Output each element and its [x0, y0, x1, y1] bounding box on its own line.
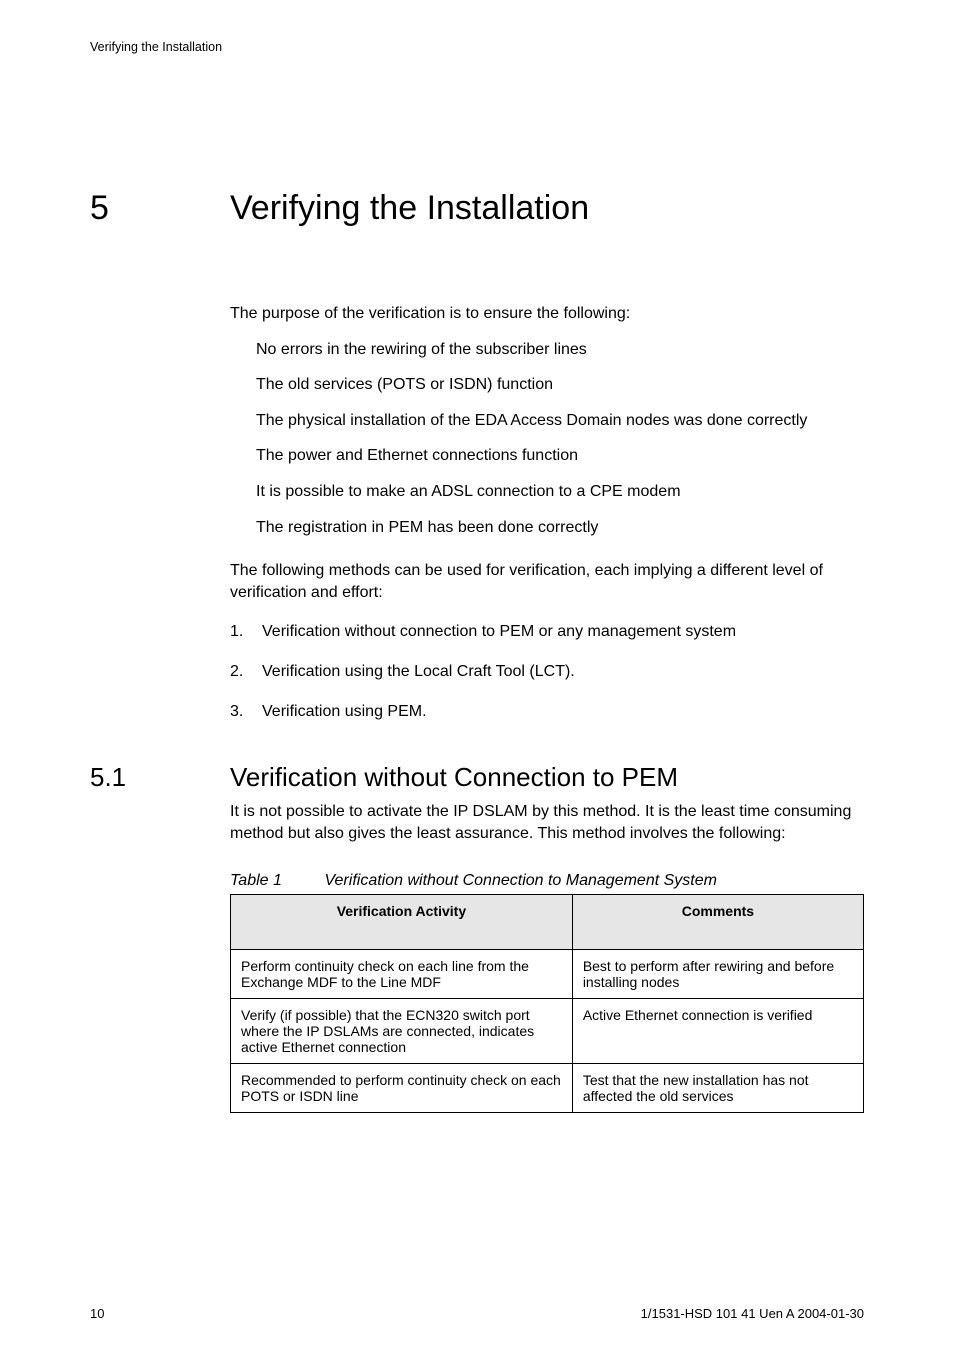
running-head: Verifying the Installation	[90, 40, 864, 54]
cell-activity: Perform continuity check on each line fr…	[231, 950, 573, 999]
item-text: Verification using PEM.	[262, 701, 427, 723]
list-item: It is possible to make an ADSL connectio…	[230, 481, 864, 503]
list-item: 2. Verification using the Local Craft To…	[230, 661, 864, 683]
list-item: The physical installation of the EDA Acc…	[230, 410, 864, 432]
table-row: Verify (if possible) that the ECN320 swi…	[231, 999, 864, 1064]
list-item: The power and Ethernet connections funct…	[230, 445, 864, 467]
list-item: The old services (POTS or ISDN) function	[230, 374, 864, 396]
page: Verifying the Installation 5 Verifying t…	[0, 0, 954, 1351]
document-id: 1/1531-HSD 101 41 Uen A 2004-01-30	[641, 1306, 864, 1321]
item-text: Verification without connection to PEM o…	[262, 621, 736, 643]
chapter-number: 5	[90, 189, 230, 228]
section-number: 5.1	[90, 762, 230, 793]
table-row: Recommended to perform continuity check …	[231, 1064, 864, 1113]
cell-activity: Recommended to perform continuity check …	[231, 1064, 573, 1113]
item-number: 3.	[230, 701, 262, 723]
item-number: 1.	[230, 621, 262, 643]
page-number: 10	[90, 1306, 104, 1321]
section-body-paragraph: It is not possible to activate the IP DS…	[230, 801, 864, 844]
cell-comments: Best to perform after rewiring and befor…	[572, 950, 863, 999]
section-title: Verification without Connection to PEM	[230, 762, 678, 793]
item-text: Verification using the Local Craft Tool …	[262, 661, 575, 683]
table-header-row: Verification Activity Comments	[231, 895, 864, 950]
cell-comments: Active Ethernet connection is verified	[572, 999, 863, 1064]
table-caption-text: Verification without Connection to Manag…	[324, 872, 717, 889]
chapter-title: Verifying the Installation	[230, 189, 589, 228]
section-heading: 5.1 Verification without Connection to P…	[90, 762, 864, 793]
cell-comments: Test that the new installation has not a…	[572, 1064, 863, 1113]
col-header-comments: Comments	[572, 895, 863, 950]
table-row: Perform continuity check on each line fr…	[231, 950, 864, 999]
table-caption-label: Table 1	[230, 872, 320, 890]
list-item: No errors in the rewiring of the subscri…	[230, 339, 864, 361]
chapter-heading: 5 Verifying the Installation	[90, 189, 864, 228]
cell-activity: Verify (if possible) that the ECN320 swi…	[231, 999, 573, 1064]
list-item: 3. Verification using PEM.	[230, 701, 864, 723]
methods-intro: The following methods can be used for ve…	[230, 560, 864, 603]
item-number: 2.	[230, 661, 262, 683]
intro-paragraph: The purpose of the verification is to en…	[230, 303, 864, 325]
list-item: The registration in PEM has been done co…	[230, 517, 864, 539]
table-caption: Table 1 Verification without Connection …	[230, 872, 864, 890]
col-header-activity: Verification Activity	[231, 895, 573, 950]
verification-goals-list: No errors in the rewiring of the subscri…	[230, 339, 864, 539]
methods-list: 1. Verification without connection to PE…	[230, 621, 864, 722]
list-item: 1. Verification without connection to PE…	[230, 621, 864, 643]
verification-table: Verification Activity Comments Perform c…	[230, 894, 864, 1113]
page-footer: 10 1/1531-HSD 101 41 Uen A 2004-01-30	[90, 1306, 864, 1321]
